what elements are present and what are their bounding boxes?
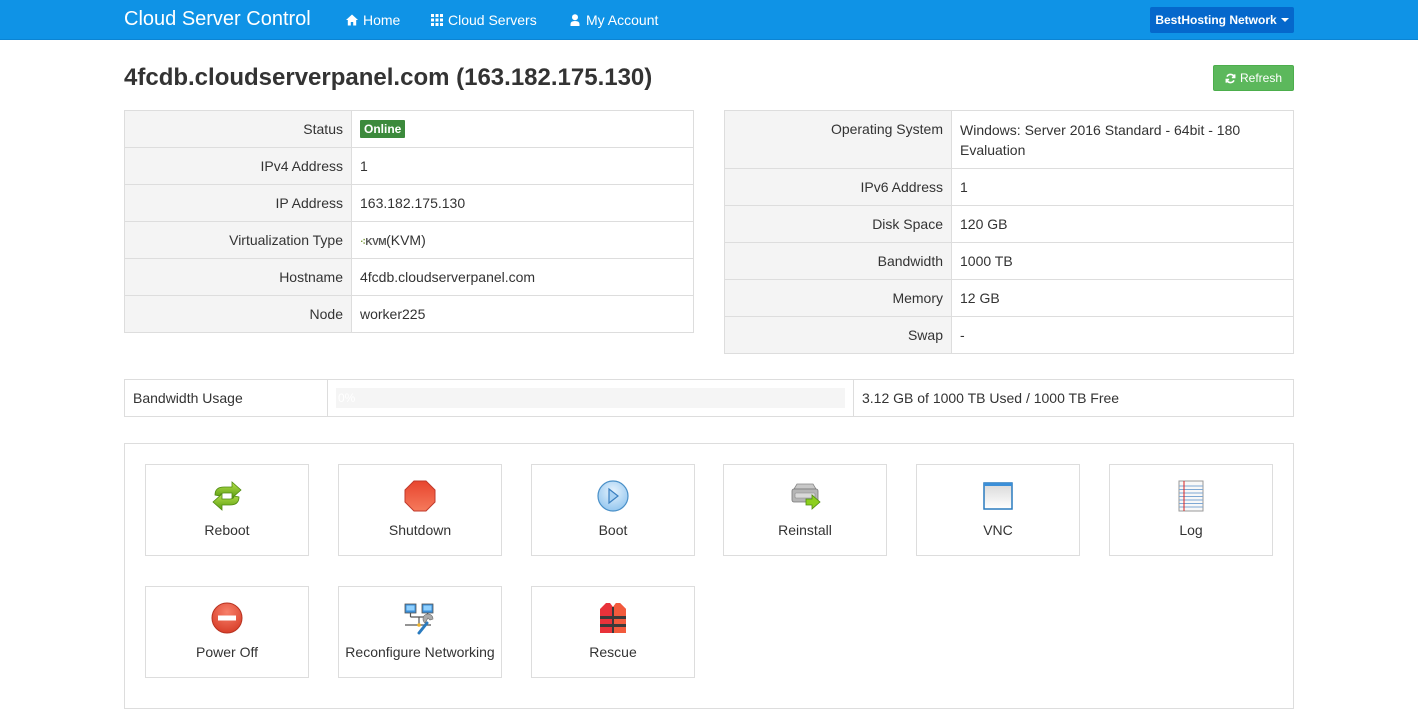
- memory-label: Memory: [724, 279, 952, 317]
- table-row: Bandwidth 1000 TB: [724, 242, 1294, 280]
- vnc-label: VNC: [983, 522, 1013, 538]
- virtualization-type-value: (KVM): [386, 232, 426, 248]
- log-label: Log: [1179, 522, 1203, 538]
- hostname-label: Hostname: [124, 258, 352, 296]
- virtualization-type-label: Virtualization Type: [124, 221, 352, 259]
- ipv6-value: 1: [951, 168, 1294, 206]
- log-button[interactable]: Log: [1109, 464, 1273, 556]
- table-row: Status Online: [124, 110, 694, 148]
- ip-address-label: IP Address: [124, 184, 352, 222]
- refresh-icon: [1225, 73, 1236, 83]
- bandwidth-usage-row: Bandwidth Usage 0% 3.12 GB of 1000 TB Us…: [124, 379, 1294, 417]
- shutdown-icon: [404, 480, 436, 512]
- table-row: Virtualization Type ⁖KVM(KVM): [124, 221, 694, 259]
- table-row: IPv6 Address 1: [724, 168, 1294, 206]
- nav-home-label: Home: [363, 12, 401, 28]
- table-row: Disk Space 120 GB: [724, 205, 1294, 243]
- boot-icon: [597, 480, 629, 512]
- refresh-label: Refresh: [1239, 71, 1283, 85]
- table-row: Hostname 4fcdb.cloudserverpanel.com: [124, 258, 694, 296]
- disk-space-value: 120 GB: [951, 205, 1294, 243]
- ip-address-value: 163.182.175.130: [351, 184, 694, 222]
- table-row: Node worker225: [124, 295, 694, 333]
- kvm-logo-icon: ⁖KVM: [360, 237, 387, 248]
- ipv4-label: IPv4 Address: [124, 147, 352, 185]
- power-off-icon: [211, 602, 243, 634]
- reboot-label: Reboot: [204, 522, 250, 538]
- bandwidth-value: 1000 TB: [951, 242, 1294, 280]
- power-off-label: Power Off: [196, 644, 258, 660]
- boot-button[interactable]: Boot: [531, 464, 695, 556]
- status-badge: Online: [360, 120, 406, 138]
- table-row: Swap -: [724, 316, 1294, 354]
- ipv6-label: IPv6 Address: [724, 168, 952, 206]
- shutdown-button[interactable]: Shutdown: [338, 464, 502, 556]
- network-icon: [404, 603, 434, 635]
- nav-home[interactable]: Home: [346, 12, 400, 28]
- bandwidth-usage-label: Bandwidth Usage: [125, 380, 328, 416]
- table-row: Operating System Windows: Server 2016 St…: [724, 110, 1294, 169]
- power-off-button[interactable]: Power Off: [145, 586, 309, 678]
- home-icon: [346, 14, 358, 26]
- navbar: Cloud Server Control Home Cloud Servers …: [0, 0, 1418, 40]
- status-label: Status: [124, 110, 352, 148]
- rescue-icon: [600, 603, 626, 633]
- server-info-table-left: Status Online IPv4 Address 1 IP Address …: [124, 110, 694, 333]
- node-value: worker225: [351, 295, 694, 333]
- rescue-label: Rescue: [589, 644, 637, 660]
- hostname-value: 4fcdb.cloudserverpanel.com: [351, 258, 694, 296]
- swap-value: -: [951, 316, 1294, 354]
- table-row: IP Address 163.182.175.130: [124, 184, 694, 222]
- bandwidth-label: Bandwidth: [724, 242, 952, 280]
- node-label: Node: [124, 295, 352, 333]
- boot-label: Boot: [598, 522, 628, 538]
- ipv4-value: 1: [351, 147, 694, 185]
- nav-my-account-label: My Account: [586, 12, 659, 28]
- user-icon: [570, 14, 580, 26]
- nav-my-account[interactable]: My Account: [569, 12, 658, 28]
- grid-icon: [431, 14, 443, 26]
- server-info-table-right: Operating System Windows: Server 2016 St…: [724, 110, 1294, 354]
- swap-label: Swap: [724, 316, 952, 354]
- reboot-button[interactable]: Reboot: [145, 464, 309, 556]
- reinstall-icon: [791, 483, 821, 510]
- reconfigure-networking-label: Reconfigure Networking: [345, 644, 495, 660]
- nav-cloud-servers[interactable]: Cloud Servers: [431, 12, 537, 28]
- bandwidth-progress-bar: 0%: [336, 388, 845, 408]
- nav-cloud-servers-label: Cloud Servers: [448, 12, 537, 28]
- vnc-icon: [983, 482, 1013, 510]
- disk-space-label: Disk Space: [724, 205, 952, 243]
- server-actions-panel: Reboot Shutdown Boot Reinstall VNC Log P…: [124, 443, 1294, 709]
- reboot-icon: [212, 481, 242, 511]
- table-row: IPv4 Address 1: [124, 147, 694, 185]
- table-row: Memory 12 GB: [724, 279, 1294, 317]
- reinstall-button[interactable]: Reinstall: [723, 464, 887, 556]
- page-title: 4fcdb.cloudserverpanel.com (163.182.175.…: [124, 64, 653, 91]
- vnc-button[interactable]: VNC: [916, 464, 1080, 556]
- os-value: Windows: Server 2016 Standard - 64bit - …: [951, 110, 1294, 169]
- log-icon: [1178, 480, 1204, 512]
- network-dropdown[interactable]: BestHosting Network: [1150, 7, 1294, 33]
- reconfigure-networking-button[interactable]: Reconfigure Networking: [338, 586, 502, 678]
- memory-value: 12 GB: [951, 279, 1294, 317]
- os-label: Operating System: [724, 110, 952, 169]
- brand-logo[interactable]: Cloud Server Control: [124, 8, 311, 31]
- reinstall-label: Reinstall: [778, 522, 832, 538]
- network-dropdown-label: BestHosting Network: [1155, 13, 1277, 27]
- shutdown-label: Shutdown: [388, 522, 452, 538]
- bandwidth-usage-summary: 3.12 GB of 1000 TB Used / 1000 TB Free: [862, 390, 1120, 406]
- caret-down-icon: [1280, 18, 1289, 22]
- rescue-button[interactable]: Rescue: [531, 586, 695, 678]
- bandwidth-progress-fill: 0%: [336, 388, 366, 408]
- refresh-button[interactable]: Refresh: [1213, 65, 1294, 91]
